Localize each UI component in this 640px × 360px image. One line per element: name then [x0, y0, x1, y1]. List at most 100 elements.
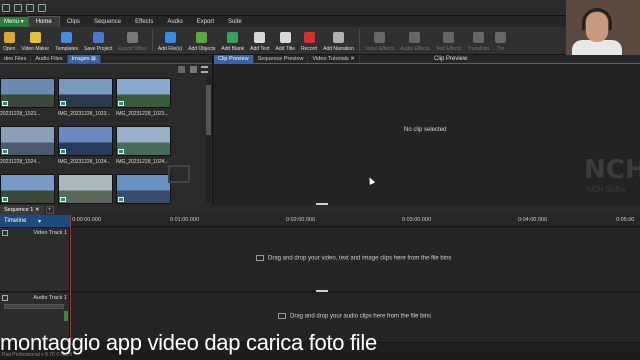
image-type-icon: [60, 197, 66, 202]
bin-tab-audio-files[interactable]: Audio Files: [31, 55, 68, 63]
add-blank-button[interactable]: Add Blank: [218, 26, 247, 54]
delete-icon[interactable]: [178, 66, 185, 73]
no-clip-message: No clip selected: [404, 127, 447, 133]
microphone-icon: [333, 32, 345, 43]
tab-sequence-1[interactable]: Sequence 1 ✕: [0, 205, 44, 215]
image-type-icon: [60, 149, 66, 154]
ribbon-label: Save Project: [84, 46, 113, 52]
ribbon-label: Tre: [497, 46, 505, 52]
export-video-button[interactable]: Export Video: [115, 26, 150, 54]
transition-button[interactable]: Transition: [464, 26, 492, 54]
speaker-icon[interactable]: [2, 295, 8, 301]
image-thumbnail[interactable]: [116, 174, 171, 204]
track-splitter[interactable]: [316, 290, 328, 292]
list-view-icon[interactable]: [201, 66, 208, 73]
bin-tab-images[interactable]: Images ⊠: [67, 55, 101, 63]
grid-view-icon[interactable]: [190, 66, 197, 73]
ribbon-label: Transition: [467, 46, 490, 52]
menu-button[interactable]: Menu ▾: [0, 16, 28, 27]
image-thumbnail[interactable]: [0, 78, 55, 108]
thumbnail-label: IMG_20231228_1023...: [116, 111, 169, 117]
sequence-tab-label: Sequence 1: [4, 207, 34, 213]
file-bin-panel: deo Files Audio Files Images ⊠ 20231228_…: [0, 55, 213, 205]
ribbon-label: Add Blank: [221, 46, 245, 52]
video-track-name: Video Track 1: [33, 230, 67, 236]
bin-scrollbar[interactable]: [206, 77, 211, 203]
nch-watermark-sub: NCH Softw: [586, 185, 626, 194]
add-objects-button[interactable]: Add Objects: [185, 26, 218, 54]
tree-icon: [495, 32, 507, 43]
volume-slider[interactable]: [4, 304, 64, 309]
timeline-label[interactable]: Timeline ▾: [0, 215, 70, 227]
transition-icon: [472, 32, 484, 43]
image-type-icon: [2, 149, 8, 154]
menu-label: Menu: [4, 18, 20, 25]
undo-icon[interactable]: [14, 4, 22, 12]
open-folder-icon: [3, 32, 15, 43]
image-thumbnail[interactable]: [0, 126, 55, 156]
ribbon-label: Open: [3, 46, 16, 52]
record-button[interactable]: Record: [298, 26, 320, 54]
video-effects-button[interactable]: Video Effects: [362, 26, 397, 54]
ribbon-separator: [151, 29, 153, 51]
track-toggle-icon[interactable]: [2, 230, 8, 236]
image-thumbnail[interactable]: [58, 126, 113, 156]
video-caption: montaggio app video dap carica foto file: [0, 330, 377, 355]
text-effects-button[interactable]: Text Effects: [433, 26, 465, 54]
playhead[interactable]: [70, 215, 71, 345]
tab-sequence-preview[interactable]: Sequence Preview: [254, 55, 309, 63]
ribbon-separator: [358, 29, 360, 51]
video-track-header: Video Track 1: [0, 228, 70, 291]
ribbon-label: Add Title: [275, 46, 295, 52]
save-icon[interactable]: [2, 4, 10, 12]
video-drop-hint-text: Drag and drop your video, text and image…: [268, 255, 452, 262]
templates-button[interactable]: Templates: [52, 26, 81, 54]
ribbon-label: Export Video: [118, 46, 147, 52]
image-thumbnail[interactable]: [116, 78, 171, 108]
image-type-icon: [60, 101, 66, 106]
headset-icon: [582, 8, 612, 30]
timeline-label-text: Timeline: [4, 218, 27, 224]
video-track[interactable]: Video Track 1 Drag and drop your video, …: [0, 228, 640, 292]
help-icon[interactable]: [38, 4, 46, 12]
tab-clip-preview[interactable]: Clip Preview: [214, 55, 254, 63]
bin-tab-video-files[interactable]: deo Files: [0, 55, 32, 63]
person-shirt: [572, 40, 622, 55]
image-thumbnail[interactable]: [0, 174, 55, 204]
webcam-overlay: [566, 0, 640, 55]
thumbnail-label: 20231228_1023...: [0, 111, 41, 117]
add-objects-icon: [196, 32, 208, 43]
image-thumbnail[interactable]: [58, 174, 113, 204]
timeline-ruler[interactable]: Timeline ▾ 0:00:00.000 0:01:00.000 0:02:00…: [0, 215, 640, 227]
open-button[interactable]: Open: [0, 26, 18, 54]
audio-drop-hint-text: Drag and drop your audio clips here from…: [290, 313, 432, 320]
add-sequence-button[interactable]: +: [45, 206, 54, 214]
save-project-button[interactable]: Save Project: [81, 26, 115, 54]
add-narration-button[interactable]: Add Narration: [320, 26, 357, 54]
title-icon: [279, 32, 291, 43]
image-thumbnail[interactable]: [116, 126, 171, 156]
record-icon: [303, 32, 315, 43]
save-icon: [92, 32, 104, 43]
bin-scrollbar-thumb[interactable]: [206, 85, 211, 135]
image-thumbnail[interactable]: [58, 78, 113, 108]
redo-icon[interactable]: [26, 4, 34, 12]
add-title-button[interactable]: Add Title: [273, 26, 298, 54]
ribbon-label: Add Narration: [323, 46, 354, 52]
add-file-s-button[interactable]: Add File(s): [155, 26, 185, 54]
tab-video-tutorials[interactable]: Video Tutorials ✕: [308, 55, 360, 63]
video-maker-button[interactable]: Video Maker: [18, 26, 52, 54]
add-text-button[interactable]: Add Text: [247, 26, 272, 54]
image-watermark-icon: [168, 165, 190, 183]
audio-effects-button[interactable]: Audio Effects: [397, 26, 432, 54]
image-type-icon: [118, 149, 124, 154]
tre-button[interactable]: Tre: [492, 26, 509, 54]
level-meter: [64, 311, 68, 321]
ruler-tick-label: 0:04:00.000: [518, 217, 548, 223]
preview-panel: Clip Preview Sequence Preview Video Tuto…: [214, 55, 640, 205]
image-type-icon: [118, 101, 124, 106]
ribbon-toolbar: Open Video Maker Templates Save Project Expo…: [0, 27, 640, 55]
audio-track-name: Audio Track 1: [33, 295, 67, 301]
ribbon-label: Video Effects: [364, 46, 395, 52]
export-video-icon: [127, 32, 139, 43]
